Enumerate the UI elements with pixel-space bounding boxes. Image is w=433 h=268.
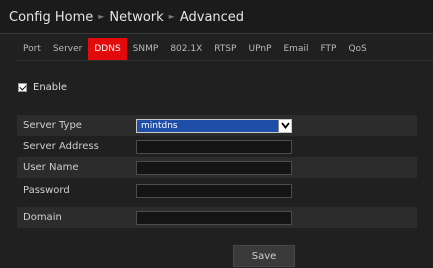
server-address-input[interactable] <box>136 139 292 154</box>
password-input[interactable] <box>136 183 292 198</box>
user-name-input[interactable] <box>136 160 292 175</box>
server-type-label: Server Type <box>23 120 82 131</box>
breadcrumb: Config Home ► Network ► Advanced <box>9 10 244 25</box>
server-address-row: Server Address <box>17 136 417 157</box>
password-label: Password <box>23 185 70 196</box>
server-type-select[interactable]: mintdns <box>136 118 292 133</box>
breadcrumb-config-home[interactable]: Config Home <box>9 10 93 25</box>
tab-email[interactable]: Email <box>278 38 315 60</box>
enable-checkbox[interactable] <box>18 82 27 92</box>
server-address-label: Server Address <box>23 141 99 152</box>
breadcrumb-separator-icon: ► <box>98 12 105 21</box>
tab-server[interactable]: Server <box>47 38 89 60</box>
tab-upnp[interactable]: UPnP <box>243 38 278 60</box>
save-button[interactable]: Save <box>233 245 295 267</box>
tab-ddns[interactable]: DDNS <box>88 38 127 60</box>
domain-input[interactable] <box>136 210 292 225</box>
domain-label: Domain <box>23 212 62 223</box>
enable-row: Enable <box>18 79 67 95</box>
user-name-label: User Name <box>23 162 79 173</box>
domain-row: Domain <box>17 207 417 228</box>
tab-ftp[interactable]: FTP <box>314 38 342 60</box>
breadcrumb-advanced: Advanced <box>179 10 245 25</box>
tab-port[interactable]: Port <box>17 38 47 60</box>
password-row: Password <box>17 180 417 201</box>
tab-divider <box>17 60 433 61</box>
breadcrumb-separator-icon: ► <box>168 12 175 21</box>
server-type-row: Server Type mintdns <box>17 115 417 136</box>
chevron-down-icon[interactable] <box>278 119 291 132</box>
user-name-row: User Name <box>17 157 417 178</box>
tab-snmp[interactable]: SNMP <box>127 38 165 60</box>
tab-rtsp[interactable]: RTSP <box>208 38 242 60</box>
breadcrumb-network[interactable]: Network <box>109 10 163 25</box>
tab-8021x[interactable]: 802.1X <box>164 38 208 60</box>
tab-bar: Port Server DDNS SNMP 802.1X RTSP UPnP E… <box>17 38 373 60</box>
tab-qos[interactable]: QoS <box>342 38 372 60</box>
server-type-value: mintdns <box>141 120 178 131</box>
enable-label: Enable <box>33 81 68 93</box>
